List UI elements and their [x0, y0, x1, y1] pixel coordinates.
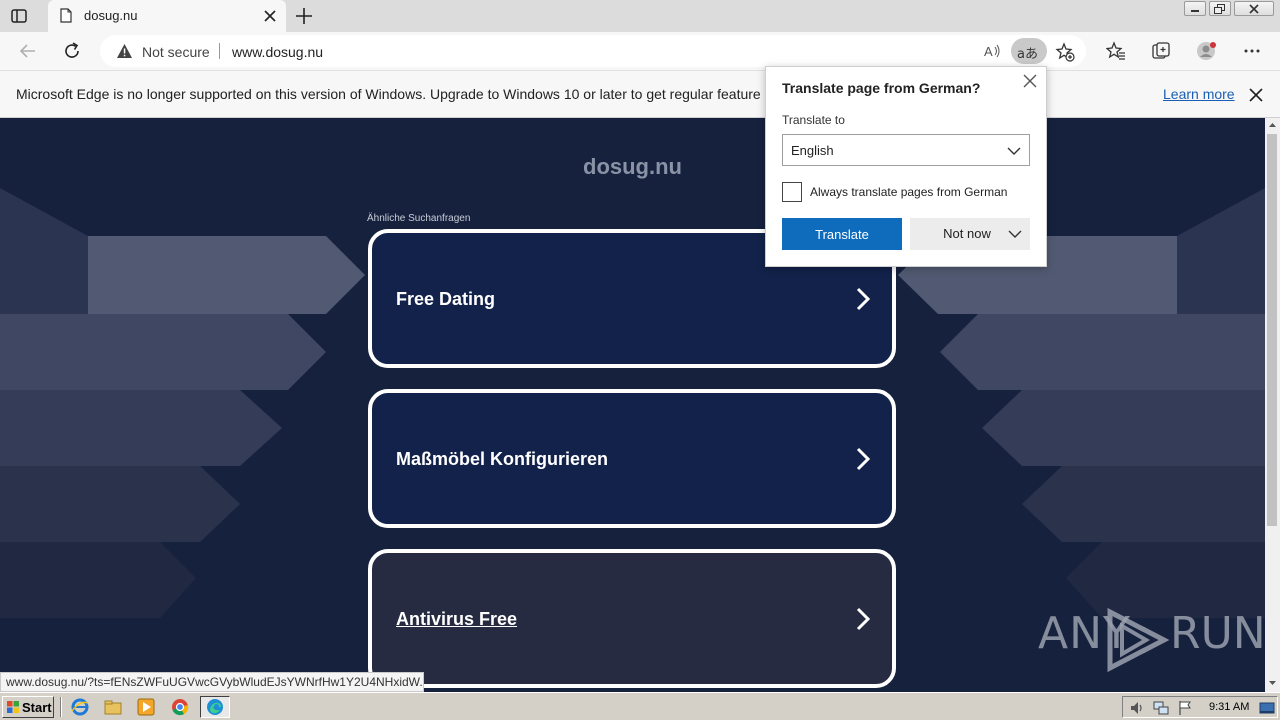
translate-button[interactable]: Translate	[782, 218, 902, 250]
search-card-label: Antivirus Free	[396, 609, 518, 629]
play-logo-icon	[1107, 608, 1170, 672]
network-icon[interactable]	[1153, 700, 1169, 716]
close-icon	[1249, 4, 1259, 14]
always-translate-label[interactable]: Always translate pages from German	[810, 185, 1007, 199]
search-card-antivirus[interactable]: Antivirus Free	[368, 549, 896, 688]
new-tab-icon[interactable]	[294, 6, 314, 26]
tab-strip: dosug.nu	[0, 0, 1280, 32]
tab-close-icon[interactable]	[262, 8, 278, 24]
action-center-flag-icon[interactable]	[1177, 700, 1193, 716]
clock[interactable]: 9:31 AM	[1209, 701, 1249, 713]
show-desktop-icon[interactable]	[1259, 700, 1275, 716]
popup-close-icon[interactable]	[1022, 73, 1038, 89]
system-tray: 9:31 AM	[1122, 696, 1278, 718]
address-divider	[219, 43, 220, 59]
warning-icon[interactable]	[116, 43, 133, 59]
tab-active[interactable]: dosug.nu	[48, 0, 286, 32]
page-icon	[60, 8, 72, 23]
infobar-close-icon[interactable]	[1248, 87, 1264, 103]
security-label[interactable]: Not secure	[142, 44, 210, 60]
not-now-button[interactable]: Not now	[910, 218, 1030, 250]
start-button[interactable]: Start	[2, 696, 54, 718]
media-player-icon[interactable]	[137, 698, 155, 716]
search-card-label: Free Dating	[396, 289, 496, 309]
tab-title: dosug.nu	[84, 8, 138, 23]
chevron-right-icon	[856, 607, 871, 631]
profile-avatar[interactable]	[1196, 41, 1216, 61]
popup-title: Translate page from German?	[782, 80, 981, 96]
url-text[interactable]: www.dosug.nu	[232, 44, 323, 60]
minimize-button[interactable]	[1184, 1, 1206, 16]
search-card-label: Maßmöbel Konfigurieren	[396, 449, 609, 469]
more-options-icon[interactable]	[1242, 41, 1262, 61]
always-translate-checkbox[interactable]	[782, 182, 802, 202]
collections-icon[interactable]	[1151, 41, 1171, 61]
not-now-label: Not now	[943, 226, 991, 241]
taskbar-separator	[60, 697, 62, 717]
windows-flag-icon	[7, 701, 19, 713]
read-aloud-icon[interactable]: A	[983, 42, 1001, 60]
start-label: Start	[22, 700, 52, 715]
windows-taskbar: Start 9:31 AM	[0, 692, 1280, 720]
page-scrollbar[interactable]	[1265, 118, 1280, 692]
scroll-thumb[interactable]	[1267, 134, 1277, 526]
close-window-button[interactable]	[1234, 1, 1274, 16]
search-card-massmoebel[interactable]: Maßmöbel Konfigurieren	[368, 389, 896, 528]
translate-popup: Translate page from German? Translate to…	[765, 66, 1047, 267]
add-favorite-icon[interactable]	[1055, 42, 1075, 62]
chevron-down-icon	[1007, 147, 1021, 155]
tab-actions-icon[interactable]	[10, 7, 28, 25]
translate-icon[interactable]: aあ	[1011, 38, 1047, 64]
address-bar[interactable]: Not secure www.dosug.nu A aあ	[100, 35, 1086, 67]
scroll-up-icon[interactable]	[1265, 118, 1280, 132]
edge-icon	[207, 699, 223, 715]
volume-icon[interactable]	[1129, 700, 1145, 716]
back-icon[interactable]	[18, 41, 38, 61]
infobar-message: Microsoft Edge is no longer supported on…	[16, 86, 788, 102]
restore-button[interactable]	[1209, 1, 1231, 16]
favorites-icon[interactable]	[1106, 41, 1126, 61]
scroll-down-icon[interactable]	[1265, 676, 1280, 690]
internet-explorer-icon[interactable]	[71, 698, 89, 716]
language-select[interactable]: English	[782, 134, 1030, 166]
translate-icon-text: aあ	[1017, 47, 1038, 62]
learn-more-link[interactable]: Learn more	[1163, 86, 1235, 102]
svg-text:A: A	[984, 44, 993, 59]
chevron-right-icon	[856, 287, 871, 311]
reload-icon[interactable]	[62, 41, 82, 61]
site-title: dosug.nu	[583, 154, 682, 179]
file-explorer-icon[interactable]	[104, 698, 122, 716]
chrome-icon[interactable]	[171, 698, 189, 716]
status-url-tooltip: www.dosug.nu/?ts=fENsZWFuUGVwcGVybWludEJ…	[0, 672, 424, 692]
page-content: dosug.nu Ähnliche Suchanfragen Free Dati…	[0, 118, 1265, 692]
chevron-right-icon	[856, 447, 871, 471]
language-select-value: English	[791, 143, 834, 158]
chevron-down-icon[interactable]	[1008, 227, 1022, 241]
edge-taskbar-button[interactable]	[200, 696, 230, 718]
related-searches-label: Ähnliche Suchanfragen	[367, 213, 471, 224]
unsupported-os-infobar: Microsoft Edge is no longer supported on…	[0, 70, 1280, 118]
translate-to-label: Translate to	[782, 113, 845, 127]
watermark-text-right: RUN	[1170, 608, 1265, 659]
browser-toolbar: Not secure www.dosug.nu A aあ	[0, 32, 1280, 70]
